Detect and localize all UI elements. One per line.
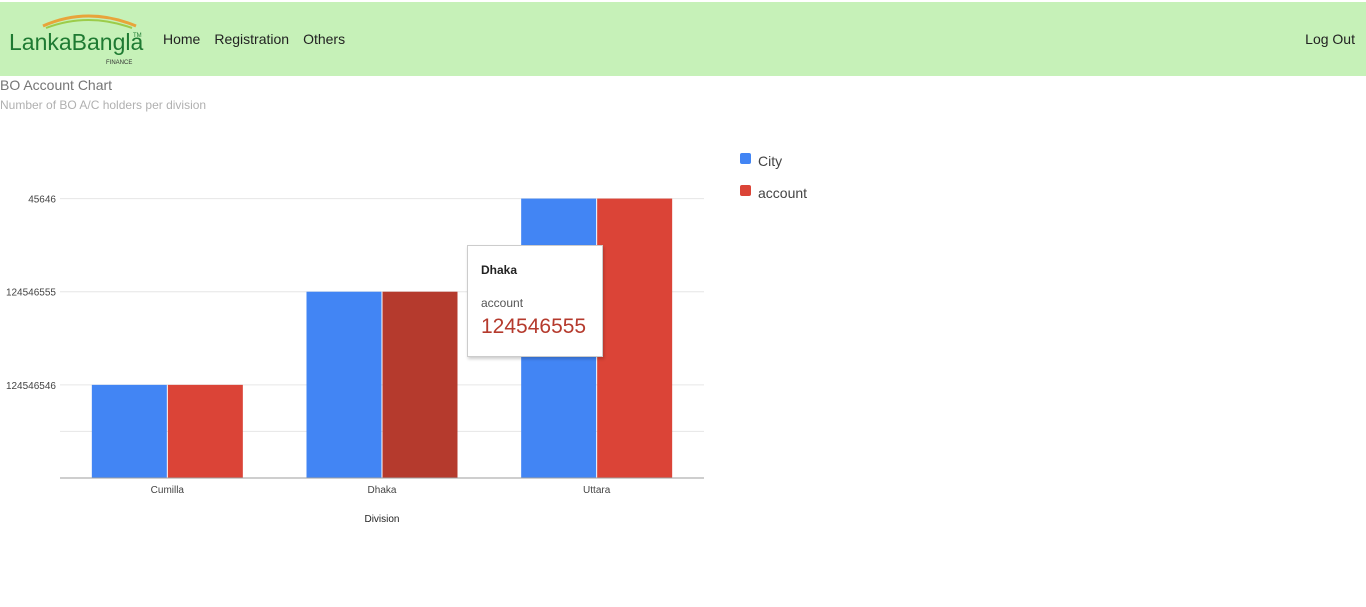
bar-city-dhaka[interactable] [306,291,382,478]
bar-account-uttara[interactable] [597,198,673,479]
bar-chart: 124546546 124546555 45646 Cumilla Dhaka Uttar… [0,0,1366,602]
tooltip-series: account [481,296,524,310]
bar-account-dhaka[interactable] [382,291,458,478]
bar-chart-svg: 124546546 124546555 45646 Cumilla Dhaka Uttar… [6,195,704,525]
legend-swatch-city [740,152,751,164]
tooltip-category: Dhaka [481,263,518,277]
tooltip-value: 124546555 [481,315,587,338]
legend-item-account[interactable]: account [740,183,807,203]
chart-legend: City account [740,151,807,215]
y-tick-label: 124546546 [6,381,56,392]
chart-tooltip: Dhaka account 124546555 [467,245,603,357]
legend-swatch-account [740,184,751,196]
bar-account-cumilla[interactable] [167,384,243,478]
legend-item-city[interactable]: City [740,151,807,171]
x-tick-label: Cumilla [151,485,185,496]
y-tick-label: 45646 [28,195,56,206]
legend-label-account: account [758,185,808,201]
x-tick-label: Dhaka [368,485,397,496]
y-tick-label: 124546555 [6,288,56,299]
legend-label-city: City [758,153,783,169]
x-tick-label: Uttara [583,485,611,496]
bar-city-cumilla[interactable] [91,384,167,478]
x-axis-title: Division [364,514,399,525]
